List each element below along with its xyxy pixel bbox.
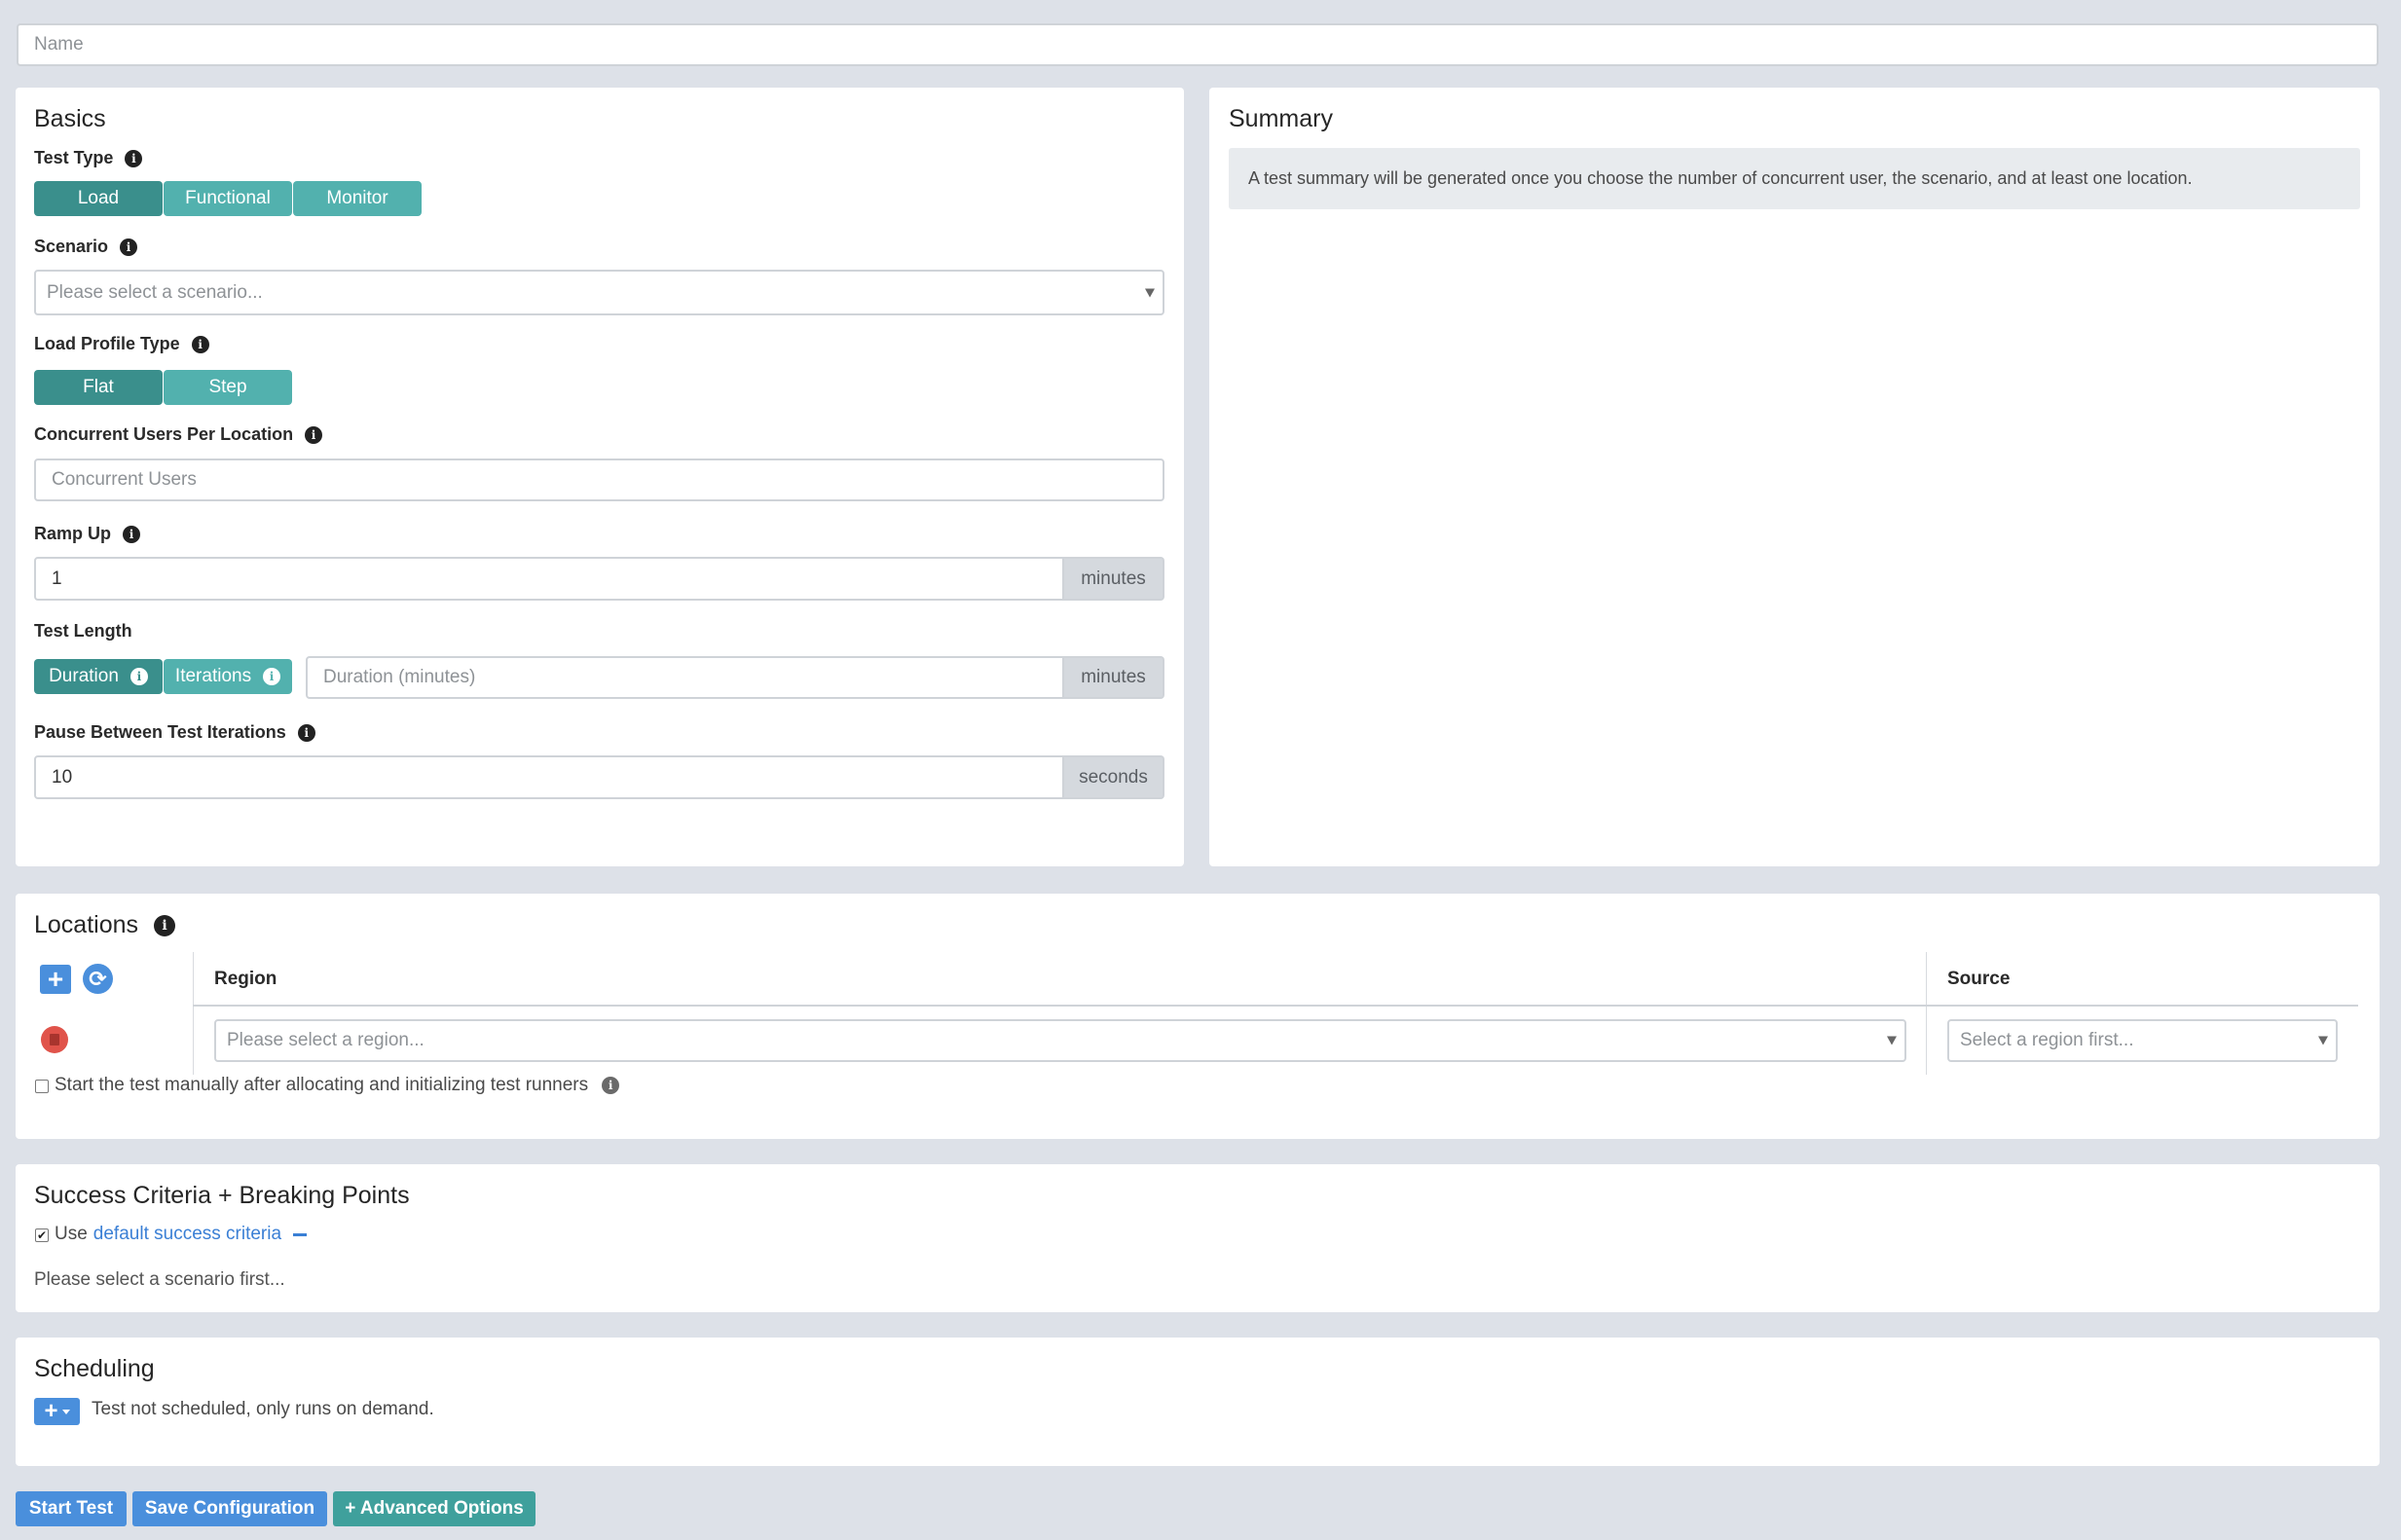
name-input[interactable]: Name (17, 23, 2379, 66)
ramp-up-value: 1 (52, 568, 62, 589)
basics-title: Basics (34, 105, 106, 132)
start-test-button[interactable]: Start Test (16, 1491, 127, 1526)
locations-title-text: Locations (34, 911, 139, 938)
delete-location-button[interactable] (41, 1026, 68, 1053)
summary-message-box: A test summary will be generated once yo… (1229, 148, 2360, 209)
test-type-label-text: Test Type (34, 148, 114, 167)
duration-unit: minutes (1064, 656, 1164, 699)
scenario-select[interactable]: Please select a scenario... (34, 270, 1164, 315)
test-type-label: Test Type i (34, 148, 143, 168)
chevron-down-icon (2318, 1036, 2328, 1045)
info-icon[interactable]: i (125, 149, 143, 167)
concurrent-users-label: Concurrent Users Per Location i (34, 424, 323, 445)
scenario-label-text: Scenario (34, 237, 109, 256)
source-column-header: Source (1947, 969, 2011, 989)
pause-input[interactable]: 10 (34, 755, 1064, 799)
test-type-functional[interactable]: Functional (164, 181, 292, 216)
test-length-label: Test Length (34, 621, 132, 642)
column-divider (193, 952, 194, 1075)
locations-title: Locations i (34, 911, 176, 939)
info-icon[interactable]: i (305, 425, 323, 444)
info-icon[interactable]: i (263, 668, 281, 685)
manual-start-label: Start the test manually after allocating… (55, 1075, 620, 1096)
add-location-button[interactable]: + (40, 965, 71, 994)
info-icon[interactable]: i (191, 335, 209, 353)
duration-label: Duration (49, 666, 119, 686)
ramp-up-label-text: Ramp Up (34, 524, 112, 543)
plus-icon: + (47, 964, 64, 994)
load-profile-flat[interactable]: Flat (34, 370, 163, 405)
success-title: Success Criteria + Breaking Points (34, 1182, 410, 1209)
summary-message: A test summary will be generated once yo… (1248, 168, 2193, 188)
chevron-down-icon (1145, 288, 1155, 297)
default-criteria-checkbox[interactable]: ✔ (35, 1228, 49, 1242)
ramp-up-label: Ramp Up i (34, 524, 141, 544)
ramp-up-input[interactable]: 1 (34, 557, 1064, 601)
concurrent-users-placeholder: Concurrent Users (52, 469, 197, 490)
default-criteria-link[interactable]: default success criteria (93, 1224, 281, 1245)
pause-value: 10 (52, 766, 73, 788)
collapse-icon[interactable] (293, 1232, 308, 1236)
pause-label-text: Pause Between Test Iterations (34, 722, 286, 742)
save-configuration-button[interactable]: Save Configuration (132, 1491, 327, 1526)
info-icon[interactable]: i (129, 668, 148, 685)
chevron-down-icon (1887, 1036, 1897, 1045)
info-icon[interactable]: i (154, 914, 176, 936)
test-length-duration[interactable]: Duration i (34, 659, 163, 694)
plus-icon: + (44, 1398, 58, 1424)
region-select[interactable]: Please select a region... (214, 1019, 1906, 1062)
scenario-label: Scenario i (34, 237, 138, 257)
info-icon[interactable]: i (120, 238, 138, 256)
trash-icon (50, 1034, 59, 1045)
refresh-locations-button[interactable]: ⟳ (83, 964, 113, 994)
caret-down-icon (61, 1409, 70, 1414)
test-type-monitor[interactable]: Monitor (293, 181, 422, 216)
success-note: Please select a scenario first... (34, 1269, 285, 1290)
manual-start-checkbox[interactable] (35, 1080, 49, 1093)
source-select[interactable]: Select a region first... (1947, 1019, 2338, 1062)
schedule-status: Test not scheduled, only runs on demand. (92, 1399, 434, 1419)
info-icon[interactable]: i (123, 525, 141, 543)
test-length-label-text: Test Length (34, 621, 132, 641)
load-profile-label-text: Load Profile Type (34, 334, 180, 353)
use-prefix: Use (55, 1224, 88, 1244)
header-divider (193, 1005, 2358, 1007)
locations-panel (16, 894, 2380, 1139)
source-placeholder: Select a region first... (1960, 1030, 2134, 1050)
test-type-load[interactable]: Load (34, 181, 163, 216)
refresh-icon: ⟳ (89, 966, 107, 991)
concurrent-users-input[interactable]: Concurrent Users (34, 458, 1164, 501)
load-profile-step[interactable]: Step (164, 370, 292, 405)
info-icon[interactable]: i (297, 723, 315, 742)
test-length-iterations[interactable]: Iterations i (164, 659, 292, 694)
default-criteria-row: Use default success criteria (55, 1224, 308, 1245)
summary-title: Summary (1229, 105, 1333, 132)
scheduling-title: Scheduling (34, 1355, 155, 1382)
duration-placeholder: Duration (minutes) (323, 667, 476, 687)
advanced-options-button[interactable]: + Advanced Options (333, 1491, 536, 1526)
pause-label: Pause Between Test Iterations i (34, 722, 315, 743)
add-schedule-button[interactable]: + (34, 1398, 80, 1425)
region-column-header: Region (214, 969, 277, 989)
info-icon[interactable]: i (602, 1077, 620, 1094)
load-profile-label: Load Profile Type i (34, 334, 209, 354)
concurrent-users-label-text: Concurrent Users Per Location (34, 424, 294, 444)
pause-unit: seconds (1064, 755, 1164, 799)
name-placeholder: Name (34, 34, 84, 55)
iterations-label: Iterations (174, 666, 252, 686)
scenario-placeholder: Please select a scenario... (47, 281, 263, 303)
ramp-up-unit: minutes (1064, 557, 1164, 601)
region-placeholder: Please select a region... (227, 1030, 425, 1050)
manual-start-label-text: Start the test manually after allocating… (55, 1075, 589, 1095)
column-divider (1926, 952, 1927, 1075)
duration-input[interactable]: Duration (minutes) (306, 656, 1064, 699)
